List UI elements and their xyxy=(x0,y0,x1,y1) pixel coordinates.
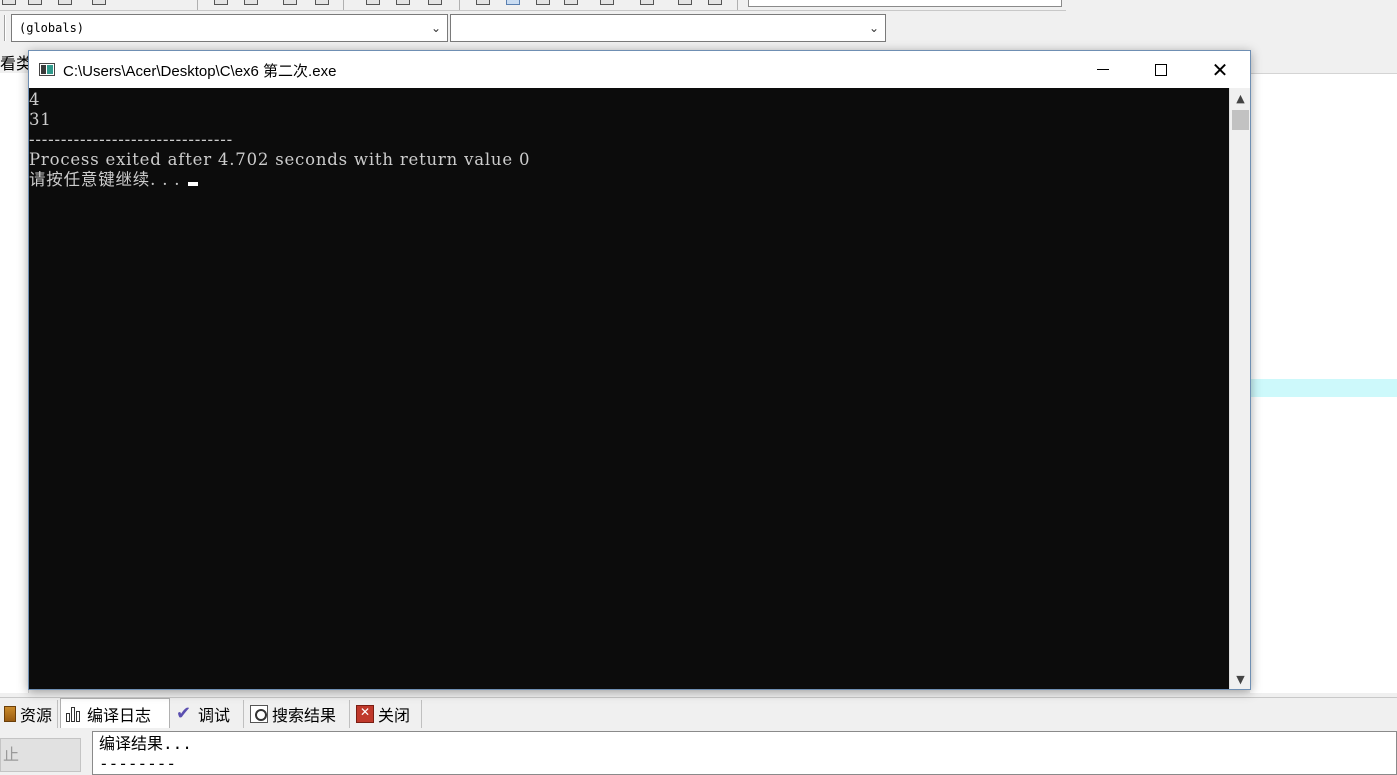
toolbar-group xyxy=(350,0,460,10)
toolbar-icon[interactable] xyxy=(28,0,42,5)
console-line: Process exited after 4.702 seconds with … xyxy=(29,150,531,169)
tab-label: 搜索结果 xyxy=(272,706,337,725)
toolbar-group xyxy=(466,0,738,10)
toolbar-icon[interactable] xyxy=(92,0,106,5)
compiler-combo[interactable] xyxy=(748,0,1062,7)
toolbar-group xyxy=(204,0,344,10)
tab-label: 调试 xyxy=(198,706,231,725)
tab-close[interactable]: 关闭 xyxy=(352,700,422,728)
console-prompt: 请按任意键继续. . . xyxy=(29,170,187,189)
scroll-up-arrow-icon[interactable]: ▲ xyxy=(1230,88,1251,108)
console-output-area[interactable]: 4 31 -------------------------------- Proce… xyxy=(29,88,1229,689)
scroll-thumb[interactable] xyxy=(1232,110,1249,130)
chevron-down-icon: ⌄ xyxy=(868,21,879,35)
maximize-button[interactable] xyxy=(1132,51,1190,88)
minimize-button[interactable] xyxy=(1074,51,1132,88)
scroll-down-arrow-icon[interactable]: ▼ xyxy=(1230,669,1251,689)
close-button[interactable]: ✕ xyxy=(1191,51,1249,88)
search-results-icon xyxy=(250,705,268,723)
text-cursor xyxy=(188,182,199,186)
tab-resources[interactable]: 资源 xyxy=(0,700,58,728)
toolbar-group xyxy=(126,0,198,10)
tab-label: 编译日志 xyxy=(87,706,152,725)
globals-combo[interactable]: (globals) ⌄ xyxy=(11,14,448,42)
close-panel-icon xyxy=(356,705,374,723)
tab-search-results[interactable]: 搜索结果 xyxy=(246,700,350,728)
maximize-icon xyxy=(1155,63,1167,76)
globals-combo-value: (globals) xyxy=(19,21,85,35)
console-titlebar[interactable]: C:\Users\Acer\Desktop\C\ex6 第二次.exe ✕ xyxy=(29,51,1250,88)
console-app-icon[interactable] xyxy=(39,63,55,76)
bottom-panel-tabs: 资源 编译日志 ✔ 调试 搜索结果 关闭 xyxy=(0,697,1397,729)
member-combo[interactable]: ⌄ xyxy=(450,14,886,42)
current-line-highlight xyxy=(1250,379,1397,397)
desktop: (globals) ⌄ ⌄ 看类 资源 编译日志 ✔ 调试 搜索结果 ✕ 关闭 … xyxy=(0,0,1397,775)
toolbar-icon[interactable] xyxy=(2,0,16,5)
code-editor[interactable] xyxy=(1250,73,1397,693)
tab-label: 资源 xyxy=(20,706,53,725)
compile-output[interactable]: 编译结果... -------- - 错误 xyxy=(92,731,1397,775)
console-text: 4 31 -------------------------------- Proce… xyxy=(29,90,530,190)
ide-toolbar xyxy=(0,0,1066,11)
class-browser-bar: (globals) ⌄ ⌄ xyxy=(0,11,890,45)
debug-check-icon: ✔ xyxy=(176,703,192,724)
console-line: -------------------------------- xyxy=(29,130,234,149)
minimize-icon xyxy=(1097,69,1109,70)
toolbar-separator xyxy=(4,15,6,41)
console-scrollbar[interactable]: ▲ ▼ xyxy=(1229,88,1250,689)
console-prompt-line: 请按任意键继续. . . xyxy=(29,170,530,190)
bar-chart-icon xyxy=(65,705,83,723)
project-panel xyxy=(0,73,29,693)
resource-icon xyxy=(4,706,16,722)
chevron-down-icon: ⌄ xyxy=(430,21,441,35)
tab-label: 关闭 xyxy=(378,706,411,725)
compile-log-panel: 止 编译结果... -------- - 错误 xyxy=(0,728,1397,775)
console-line: 31 xyxy=(29,110,52,129)
console-line: 4 xyxy=(29,90,41,109)
toolbar-icon[interactable] xyxy=(58,0,72,5)
window-title: C:\Users\Acer\Desktop\C\ex6 第二次.exe xyxy=(63,63,337,80)
abort-compile-button[interactable]: 止 xyxy=(0,738,81,772)
console-window[interactable]: C:\Users\Acer\Desktop\C\ex6 第二次.exe ✕ 43… xyxy=(28,50,1251,690)
close-icon: ✕ xyxy=(1211,57,1229,82)
tab-debug[interactable]: ✔ 调试 xyxy=(172,700,244,728)
tab-compile-log[interactable]: 编译日志 xyxy=(60,698,170,729)
